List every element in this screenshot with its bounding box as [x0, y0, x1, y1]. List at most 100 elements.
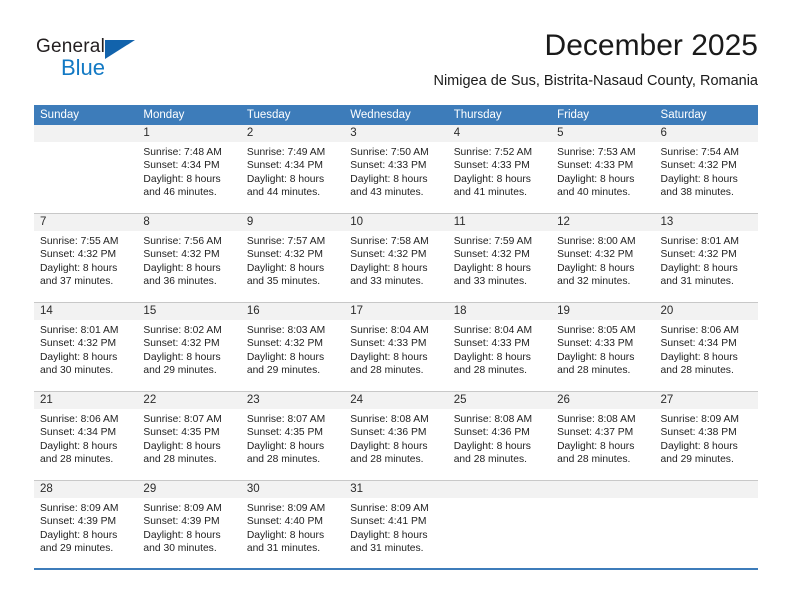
day-info-line: Sunset: 4:32 PM [453, 249, 530, 261]
calendar-day-cell[interactable]: 20 Sunrise: 8:06 AM Sunset: 4:34 PM Dayligh… [654, 303, 758, 391]
calendar-day-cell[interactable]: 5 Sunrise: 7:53 AM Sunset: 4:33 PM Daylight… [551, 125, 655, 213]
day-info-line: and 30 minutes. [40, 365, 114, 377]
calendar-day-cell[interactable]: 8 Sunrise: 7:56 AM Sunset: 4:32 PM Daylight… [137, 214, 241, 302]
day-info-line: and 29 minutes. [143, 365, 217, 377]
calendar-day-cell[interactable]: 28 Sunrise: 8:09 AM Sunset: 4:39 PM Dayligh… [34, 481, 138, 568]
calendar-day-cell[interactable]: 22 Sunrise: 8:07 AM Sunset: 4:35 PM Dayligh… [137, 392, 241, 480]
day-info-line: and 28 minutes. [246, 454, 321, 466]
day-info-line: Daylight: 8 hours [246, 262, 325, 274]
calendar-day-cell-empty [447, 481, 552, 568]
day-info-line: Sunset: 4:35 PM [143, 427, 220, 439]
logo-text-blue: Blue [61, 55, 106, 80]
day-info-line: Daylight: 8 hours [660, 173, 738, 185]
day-sun-info: Sunrise: 8:04 AM Sunset: 4:33 PM Daylight:… [448, 320, 551, 378]
calendar-day-cell[interactable]: 12 Sunrise: 8:00 AM Sunset: 4:32 PM Dayligh… [551, 214, 655, 302]
day-info-line: Daylight: 8 hours [350, 351, 428, 363]
day-info-line: Sunrise: 8:07 AM [246, 414, 326, 425]
calendar-day-cell[interactable]: 7 Sunrise: 7:55 AM Sunset: 4:32 PM Daylight… [34, 214, 138, 302]
calendar-day-cell[interactable]: 26 Sunrise: 8:08 AM Sunset: 4:37 PM Dayligh… [551, 392, 655, 480]
calendar-day-cell[interactable]: 15 Sunrise: 8:02 AM Sunset: 4:32 PM Dayligh… [137, 303, 241, 391]
day-number: 15 [137, 303, 241, 320]
day-info-line: and 28 minutes. [143, 454, 217, 466]
day-sun-info: Sunrise: 8:09 AM Sunset: 4:39 PM Daylight:… [34, 498, 137, 556]
day-info-line: Sunrise: 7:49 AM [246, 147, 326, 158]
calendar-day-cell[interactable]: 23 Sunrise: 8:07 AM Sunset: 4:35 PM Dayligh… [240, 392, 345, 480]
day-sun-info: Sunrise: 7:52 AM Sunset: 4:33 PM Daylight:… [448, 142, 551, 200]
day-sun-info: Sunrise: 7:56 AM Sunset: 4:32 PM Daylight:… [137, 231, 240, 289]
calendar-day-cell[interactable]: 30 Sunrise: 8:09 AM Sunset: 4:40 PM Dayligh… [240, 481, 345, 568]
day-info-line: Daylight: 8 hours [40, 262, 118, 274]
day-info-line: and 28 minutes. [40, 454, 114, 466]
day-info-line: Daylight: 8 hours [143, 262, 221, 274]
calendar-week-row: 28 Sunrise: 8:09 AM Sunset: 4:39 PM Dayligh… [34, 481, 758, 570]
day-info-line: and 38 minutes. [660, 187, 734, 199]
calendar-day-cell[interactable]: 31 Sunrise: 8:09 AM Sunset: 4:41 PM Dayligh… [344, 481, 448, 568]
calendar-day-cell[interactable]: 18 Sunrise: 8:04 AM Sunset: 4:33 PM Dayligh… [447, 303, 552, 391]
calendar-day-cell[interactable]: 10 Sunrise: 7:58 AM Sunset: 4:32 PM Dayligh… [344, 214, 448, 302]
page-title: December 2025 [544, 29, 758, 62]
calendar-day-cell[interactable]: 19 Sunrise: 8:05 AM Sunset: 4:33 PM Dayligh… [551, 303, 655, 391]
calendar-day-cell[interactable]: 17 Sunrise: 8:04 AM Sunset: 4:33 PM Dayligh… [344, 303, 448, 391]
general-blue-logo[interactable]: General Blue [36, 36, 176, 84]
day-info-line: and 44 minutes. [246, 187, 321, 199]
day-sun-info: Sunrise: 7:53 AM Sunset: 4:33 PM Daylight:… [551, 142, 654, 200]
day-sun-info: Sunrise: 7:59 AM Sunset: 4:32 PM Daylight:… [448, 231, 551, 289]
calendar-day-cell[interactable]: 27 Sunrise: 8:09 AM Sunset: 4:38 PM Dayligh… [654, 392, 758, 480]
day-info-line: Sunset: 4:38 PM [660, 427, 737, 439]
calendar-day-cell[interactable]: 24 Sunrise: 8:08 AM Sunset: 4:36 PM Dayligh… [344, 392, 448, 480]
day-info-line: Sunset: 4:35 PM [246, 427, 323, 439]
calendar-day-cell[interactable]: 11 Sunrise: 7:59 AM Sunset: 4:32 PM Dayligh… [447, 214, 552, 302]
calendar-day-cell[interactable]: 3 Sunrise: 7:50 AM Sunset: 4:33 PM Daylight… [344, 125, 448, 213]
day-sun-info: Sunrise: 8:04 AM Sunset: 4:33 PM Daylight:… [344, 320, 447, 378]
day-info-line: Sunset: 4:34 PM [660, 338, 737, 350]
day-sun-info: Sunrise: 8:07 AM Sunset: 4:35 PM Daylight:… [241, 409, 344, 467]
day-info-line: Sunrise: 8:01 AM [40, 325, 119, 336]
calendar-day-cell[interactable]: 14 Sunrise: 8:01 AM Sunset: 4:32 PM Dayligh… [34, 303, 138, 391]
day-info-line: Daylight: 8 hours [453, 262, 531, 274]
day-info-line: Sunrise: 8:06 AM [40, 414, 119, 425]
day-info-line: Sunset: 4:37 PM [557, 427, 634, 439]
day-info-line: and 28 minutes. [660, 365, 734, 377]
day-sun-info: Sunrise: 8:08 AM Sunset: 4:36 PM Daylight:… [344, 409, 447, 467]
calendar-day-cell[interactable]: 6 Sunrise: 7:54 AM Sunset: 4:32 PM Daylight… [654, 125, 758, 213]
day-info-line: Sunset: 4:32 PM [350, 249, 427, 261]
day-number: 11 [447, 214, 552, 231]
calendar-day-cell[interactable]: 29 Sunrise: 8:09 AM Sunset: 4:39 PM Dayligh… [137, 481, 241, 568]
day-number: 10 [344, 214, 448, 231]
day-number: 4 [447, 125, 552, 142]
day-info-line: Sunset: 4:41 PM [350, 516, 427, 528]
calendar-day-cell-empty [654, 481, 758, 568]
calendar-day-cell[interactable]: 13 Sunrise: 8:01 AM Sunset: 4:32 PM Dayligh… [654, 214, 758, 302]
calendar-day-cell[interactable]: 25 Sunrise: 8:08 AM Sunset: 4:36 PM Dayligh… [447, 392, 552, 480]
day-info-line: Daylight: 8 hours [557, 262, 635, 274]
calendar-day-cell[interactable]: 21 Sunrise: 8:06 AM Sunset: 4:34 PM Dayligh… [34, 392, 138, 480]
day-number: 12 [551, 214, 655, 231]
day-sun-info: Sunrise: 7:49 AM Sunset: 4:34 PM Daylight:… [241, 142, 344, 200]
calendar-day-cell[interactable]: 4 Sunrise: 7:52 AM Sunset: 4:33 PM Daylight… [447, 125, 552, 213]
day-number: 17 [344, 303, 448, 320]
title-block: December 2025 Nimigea de Sus, Bistrita-N… [433, 28, 758, 90]
day-info-line: Daylight: 8 hours [557, 351, 635, 363]
calendar-day-cell[interactable]: 1 Sunrise: 7:48 AM Sunset: 4:34 PM Daylight… [137, 125, 241, 213]
day-info-line: and 28 minutes. [350, 454, 424, 466]
day-info-line: Sunrise: 8:09 AM [350, 503, 429, 514]
day-info-line: Sunrise: 8:09 AM [660, 414, 739, 425]
day-number: 27 [654, 392, 758, 409]
calendar-day-cell[interactable]: 2 Sunrise: 7:49 AM Sunset: 4:34 PM Daylight… [240, 125, 345, 213]
day-info-line: Sunrise: 8:09 AM [246, 503, 326, 514]
calendar-day-cell[interactable]: 16 Sunrise: 8:03 AM Sunset: 4:32 PM Dayligh… [240, 303, 345, 391]
weekday-header-tuesday: Tuesday [246, 109, 291, 121]
day-info-line: and 28 minutes. [557, 365, 631, 377]
calendar-day-cell[interactable]: 9 Sunrise: 7:57 AM Sunset: 4:32 PM Daylight… [240, 214, 345, 302]
day-sun-info: Sunrise: 7:55 AM Sunset: 4:32 PM Daylight:… [34, 231, 137, 289]
day-sun-info: Sunrise: 8:00 AM Sunset: 4:32 PM Daylight:… [551, 231, 654, 289]
day-info-line: Sunrise: 8:08 AM [350, 414, 429, 425]
day-info-line: and 43 minutes. [350, 187, 424, 199]
day-info-line: and 46 minutes. [143, 187, 217, 199]
day-sun-info: Sunrise: 8:03 AM Sunset: 4:32 PM Daylight:… [241, 320, 344, 378]
day-info-line: Daylight: 8 hours [40, 529, 118, 541]
day-info-line: and 31 minutes. [660, 276, 734, 288]
day-info-line: Sunrise: 7:57 AM [246, 236, 326, 247]
day-info-line: Sunset: 4:32 PM [660, 160, 737, 172]
day-info-line: Sunrise: 7:59 AM [453, 236, 533, 247]
